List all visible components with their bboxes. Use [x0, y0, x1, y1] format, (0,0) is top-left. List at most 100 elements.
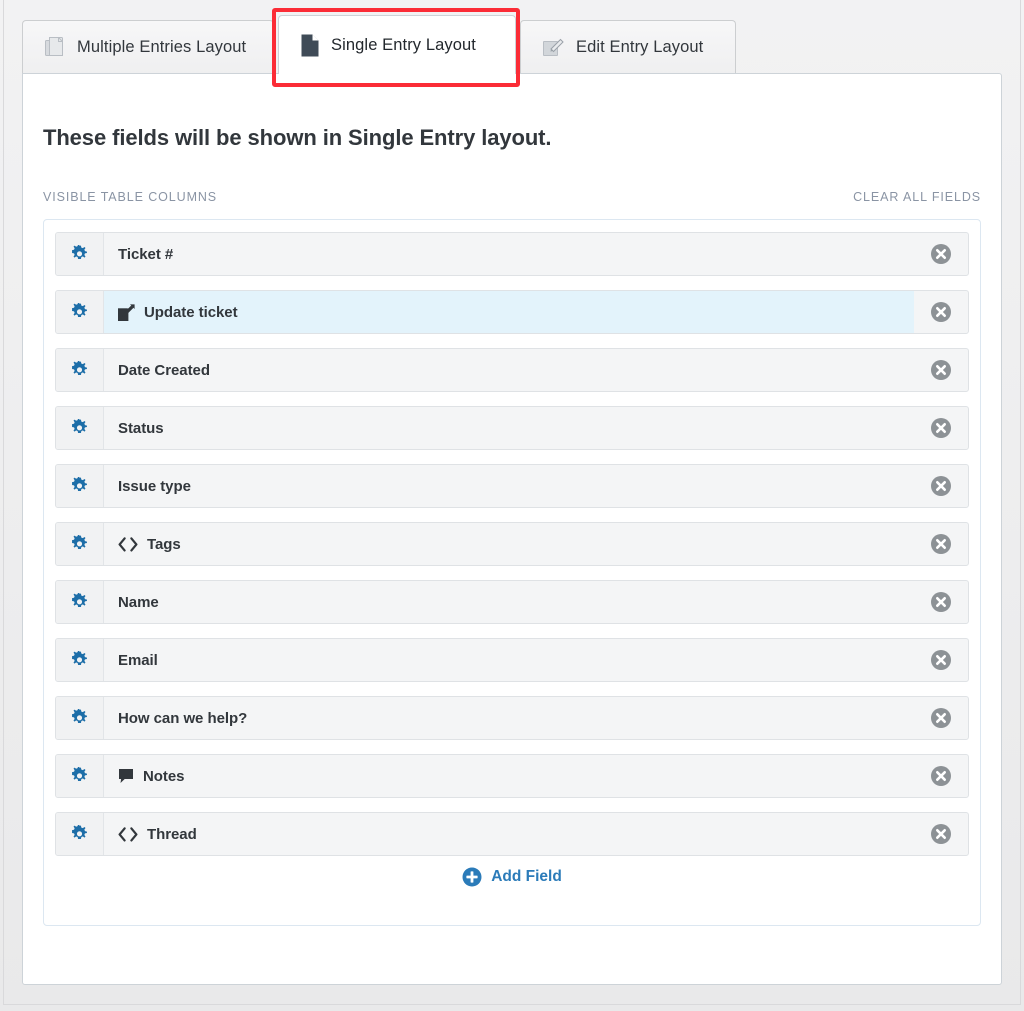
- field-drag-area[interactable]: Ticket #: [104, 233, 914, 275]
- layout-tabs: Multiple Entries Layout Single Entry Lay…: [0, 0, 1024, 74]
- clear-all-fields-button[interactable]: CLEAR ALL FIELDS: [853, 190, 981, 204]
- field-row[interactable]: Ticket #: [55, 232, 969, 276]
- gear-icon: [70, 418, 89, 438]
- page-title: These fields will be shown in Single Ent…: [43, 125, 552, 150]
- remove-field-button[interactable]: [914, 407, 968, 449]
- field-label: How can we help?: [118, 709, 248, 727]
- field-drag-area[interactable]: Update ticket: [104, 291, 914, 333]
- remove-circle-icon: [930, 301, 952, 323]
- remove-circle-icon: [930, 243, 952, 265]
- remove-field-button[interactable]: [914, 465, 968, 507]
- remove-field-button[interactable]: [914, 639, 968, 681]
- fields-meta-row: VISIBLE TABLE COLUMNS CLEAR ALL FIELDS: [43, 190, 981, 204]
- pencil-edit-icon: [543, 37, 564, 58]
- field-label: Notes: [143, 767, 185, 785]
- remove-circle-icon: [930, 649, 952, 671]
- gear-icon: [70, 534, 89, 554]
- field-row[interactable]: Email: [55, 638, 969, 682]
- field-row[interactable]: Issue type: [55, 464, 969, 508]
- remove-field-button[interactable]: [914, 697, 968, 739]
- field-row[interactable]: Update ticket: [55, 290, 969, 334]
- single-document-icon: [301, 34, 319, 57]
- field-settings-button[interactable]: [56, 697, 104, 739]
- field-drag-area[interactable]: Notes: [104, 755, 914, 797]
- field-label: Date Created: [118, 361, 210, 379]
- field-row[interactable]: Notes: [55, 754, 969, 798]
- remove-field-button[interactable]: [914, 581, 968, 623]
- field-label: Issue type: [118, 477, 191, 495]
- remove-field-button[interactable]: [914, 755, 968, 797]
- field-label: Ticket #: [118, 245, 174, 263]
- field-settings-button[interactable]: [56, 465, 104, 507]
- field-drag-area[interactable]: Thread: [104, 813, 914, 855]
- fields-container: Ticket # Update ticket Date Created Status I…: [43, 219, 981, 926]
- field-label: Email: [118, 651, 158, 669]
- field-label: Name: [118, 593, 159, 611]
- field-settings-button[interactable]: [56, 755, 104, 797]
- field-drag-area[interactable]: Status: [104, 407, 914, 449]
- circle-plus-icon: [462, 867, 482, 887]
- screenshot-root: Multiple Entries Layout Single Entry Lay…: [0, 0, 1024, 1011]
- tab-multiple-entries-layout[interactable]: Multiple Entries Layout: [22, 20, 274, 74]
- fields-list: Ticket # Update ticket Date Created Status I…: [55, 232, 969, 870]
- code-brackets-icon: [118, 536, 138, 552]
- tab-label: Edit Entry Layout: [576, 38, 704, 56]
- tab-single-entry-layout[interactable]: Single Entry Layout: [278, 15, 516, 74]
- gear-icon: [70, 244, 89, 264]
- field-settings-button[interactable]: [56, 349, 104, 391]
- remove-circle-icon: [930, 823, 952, 845]
- add-field-label: Add Field: [491, 868, 562, 885]
- field-drag-area[interactable]: Tags: [104, 523, 914, 565]
- remove-circle-icon: [930, 417, 952, 439]
- gear-icon: [70, 708, 89, 728]
- comment-icon: [118, 768, 134, 784]
- add-field-button[interactable]: Add Field: [44, 867, 980, 887]
- code-brackets-icon: [118, 826, 138, 842]
- gear-icon: [70, 360, 89, 380]
- remove-field-button[interactable]: [914, 523, 968, 565]
- field-drag-area[interactable]: Date Created: [104, 349, 914, 391]
- field-settings-button[interactable]: [56, 581, 104, 623]
- field-row[interactable]: How can we help?: [55, 696, 969, 740]
- tab-edit-entry-layout[interactable]: Edit Entry Layout: [520, 20, 736, 74]
- gear-icon: [70, 824, 89, 844]
- remove-field-button[interactable]: [914, 349, 968, 391]
- field-drag-area[interactable]: Email: [104, 639, 914, 681]
- field-row[interactable]: Tags: [55, 522, 969, 566]
- field-settings-button[interactable]: [56, 523, 104, 565]
- gear-icon: [70, 302, 89, 322]
- field-settings-button[interactable]: [56, 813, 104, 855]
- gear-icon: [70, 476, 89, 496]
- tab-label: Single Entry Layout: [331, 35, 476, 54]
- remove-field-button[interactable]: [914, 813, 968, 855]
- field-drag-area[interactable]: Issue type: [104, 465, 914, 507]
- multiple-documents-icon: [45, 36, 65, 59]
- field-label: Update ticket: [144, 303, 238, 321]
- field-label: Status: [118, 419, 164, 437]
- field-drag-area[interactable]: Name: [104, 581, 914, 623]
- tab-label: Multiple Entries Layout: [77, 38, 247, 56]
- field-row[interactable]: Status: [55, 406, 969, 450]
- remove-field-button[interactable]: [914, 233, 968, 275]
- gear-icon: [70, 650, 89, 670]
- visible-table-columns-label: VISIBLE TABLE COLUMNS: [43, 190, 218, 204]
- remove-circle-icon: [930, 359, 952, 381]
- remove-circle-icon: [930, 707, 952, 729]
- field-settings-button[interactable]: [56, 291, 104, 333]
- field-row[interactable]: Name: [55, 580, 969, 624]
- field-settings-button[interactable]: [56, 407, 104, 449]
- field-label: Tags: [147, 535, 181, 553]
- field-settings-button[interactable]: [56, 233, 104, 275]
- remove-circle-icon: [930, 533, 952, 555]
- field-row[interactable]: Thread: [55, 812, 969, 856]
- remove-circle-icon: [930, 591, 952, 613]
- pencil-edit-icon: [118, 303, 135, 321]
- gear-icon: [70, 592, 89, 612]
- field-drag-area[interactable]: How can we help?: [104, 697, 914, 739]
- remove-circle-icon: [930, 475, 952, 497]
- field-row[interactable]: Date Created: [55, 348, 969, 392]
- field-settings-button[interactable]: [56, 639, 104, 681]
- remove-field-button[interactable]: [914, 291, 968, 333]
- remove-circle-icon: [930, 765, 952, 787]
- layout-editor-panel: These fields will be shown in Single Ent…: [22, 73, 1002, 985]
